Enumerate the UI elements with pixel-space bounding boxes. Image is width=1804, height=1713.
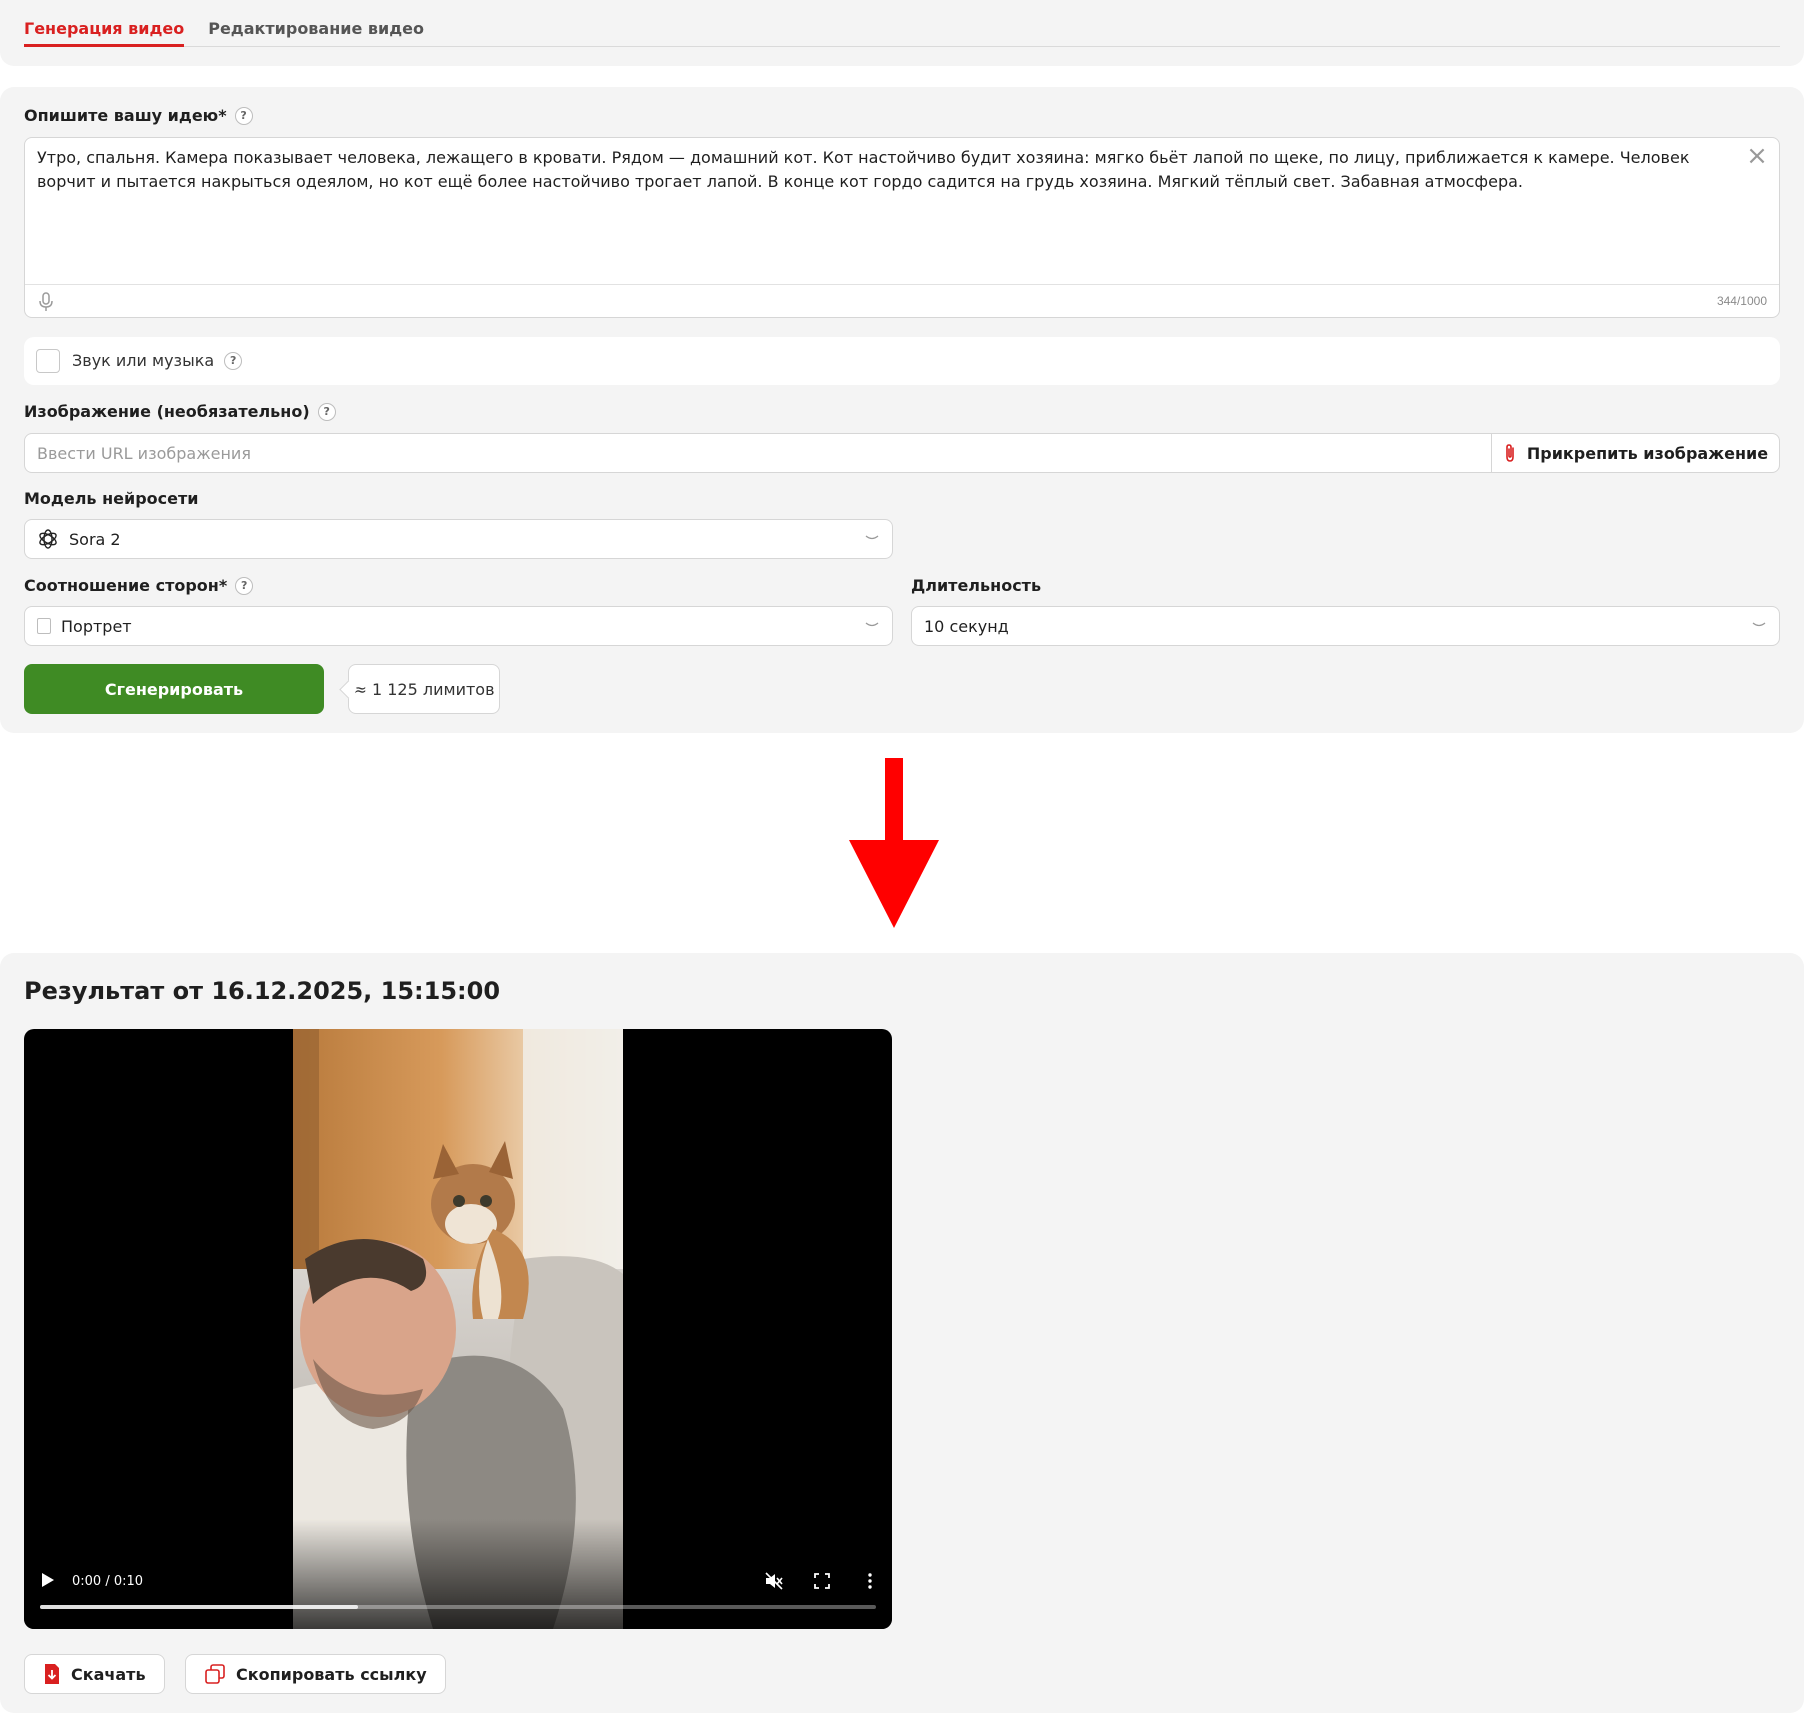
copy-link-label: Скопировать ссылку <box>236 1664 427 1684</box>
download-icon <box>45 1664 59 1684</box>
aspect-label-text: Соотношение сторон* <box>24 576 228 595</box>
duration-select-value: 10 секунд <box>924 607 1009 645</box>
image-url-input[interactable] <box>25 434 1492 472</box>
chevron-down-icon <box>865 535 879 540</box>
arrow-down-icon <box>849 758 939 928</box>
paperclip-icon <box>1506 444 1514 462</box>
aspect-value-text: Портрет <box>61 616 132 636</box>
download-button[interactable]: Скачать <box>24 1654 165 1694</box>
tab-bar: Генерация видео Редактирование видео <box>24 0 1780 47</box>
fullscreen-icon[interactable] <box>812 1571 832 1591</box>
aspect-select-value: Портрет <box>37 607 132 645</box>
duration-value-text: 10 секунд <box>924 616 1009 636</box>
model-value-text: Sora 2 <box>69 529 121 549</box>
more-options-icon[interactable] <box>860 1571 880 1591</box>
idea-label-text: Опишите вашу идею* <box>24 106 227 125</box>
model-select[interactable]: Sora 2 <box>24 519 893 559</box>
idea-label: Опишите вашу идею* ? <box>24 106 253 125</box>
image-input-row: Прикрепить изображение <box>24 433 1780 473</box>
chevron-down-icon <box>1752 622 1766 627</box>
sound-label-text: Звук или музыка <box>72 351 215 370</box>
close-icon[interactable]: × <box>1745 143 1769 169</box>
microphone-icon[interactable] <box>37 292 55 312</box>
play-icon[interactable] <box>42 1573 54 1587</box>
copy-icon <box>205 1664 225 1684</box>
chevron-down-icon <box>865 622 879 627</box>
result-title: Результат от 16.12.2025, 15:15:00 <box>24 977 501 1005</box>
char-counter: 344/1000 <box>1716 294 1767 308</box>
tab-video-generation[interactable]: Генерация видео <box>24 0 185 47</box>
attach-image-label: Прикрепить изображение <box>1526 443 1769 463</box>
sound-checkbox[interactable] <box>36 349 60 373</box>
model-select-value: Sora 2 <box>37 520 121 558</box>
portrait-icon <box>37 618 51 634</box>
result-panel: Результат от 16.12.2025, 15:15:00 0:00 /… <box>0 953 1804 1713</box>
video-controls <box>24 1519 892 1629</box>
idea-help-icon[interactable]: ? <box>234 106 253 125</box>
duration-select[interactable]: 10 секунд <box>911 606 1780 646</box>
video-time: 0:00 / 0:10 <box>72 1574 144 1589</box>
download-label: Скачать <box>71 1664 146 1684</box>
generation-form: Опишите вашу идею* ? Утро, спальня. Каме… <box>0 87 1804 733</box>
sound-label[interactable]: Звук или музыка ? <box>72 351 243 370</box>
generate-button[interactable]: Сгенерировать <box>24 664 324 714</box>
aspect-label: Соотношение сторон* ? <box>24 576 254 595</box>
tabs-panel: Генерация видео Редактирование видео <box>0 0 1804 66</box>
textarea-footer: 344/1000 <box>25 284 1779 317</box>
aspect-select[interactable]: Портрет <box>24 606 893 646</box>
aspect-help-icon[interactable]: ? <box>235 576 254 595</box>
idea-text[interactable]: Утро, спальня. Камера показывает человек… <box>37 146 1717 194</box>
image-label-text: Изображение (необязательно) <box>24 402 310 421</box>
limits-badge: ≈ 1 125 лимитов <box>348 664 500 714</box>
model-label: Модель нейросети <box>24 489 199 508</box>
tab-video-editing[interactable]: Редактирование видео <box>208 0 424 47</box>
image-help-icon[interactable]: ? <box>317 402 336 421</box>
video-progress-bar[interactable] <box>40 1605 876 1609</box>
mute-icon[interactable] <box>764 1571 784 1591</box>
idea-textarea[interactable]: Утро, спальня. Камера показывает человек… <box>24 137 1780 318</box>
video-progress-fill <box>40 1605 358 1609</box>
copy-link-button[interactable]: Скопировать ссылку <box>185 1654 446 1694</box>
image-label: Изображение (необязательно) ? <box>24 402 336 421</box>
sound-option: Звук или музыка ? <box>24 337 1780 385</box>
duration-label: Длительность <box>911 576 1042 595</box>
video-player[interactable]: 0:00 / 0:10 <box>24 1029 892 1629</box>
sound-help-icon[interactable]: ? <box>224 351 243 370</box>
openai-icon <box>39 529 57 549</box>
attach-image-button[interactable]: Прикрепить изображение <box>1491 434 1779 472</box>
